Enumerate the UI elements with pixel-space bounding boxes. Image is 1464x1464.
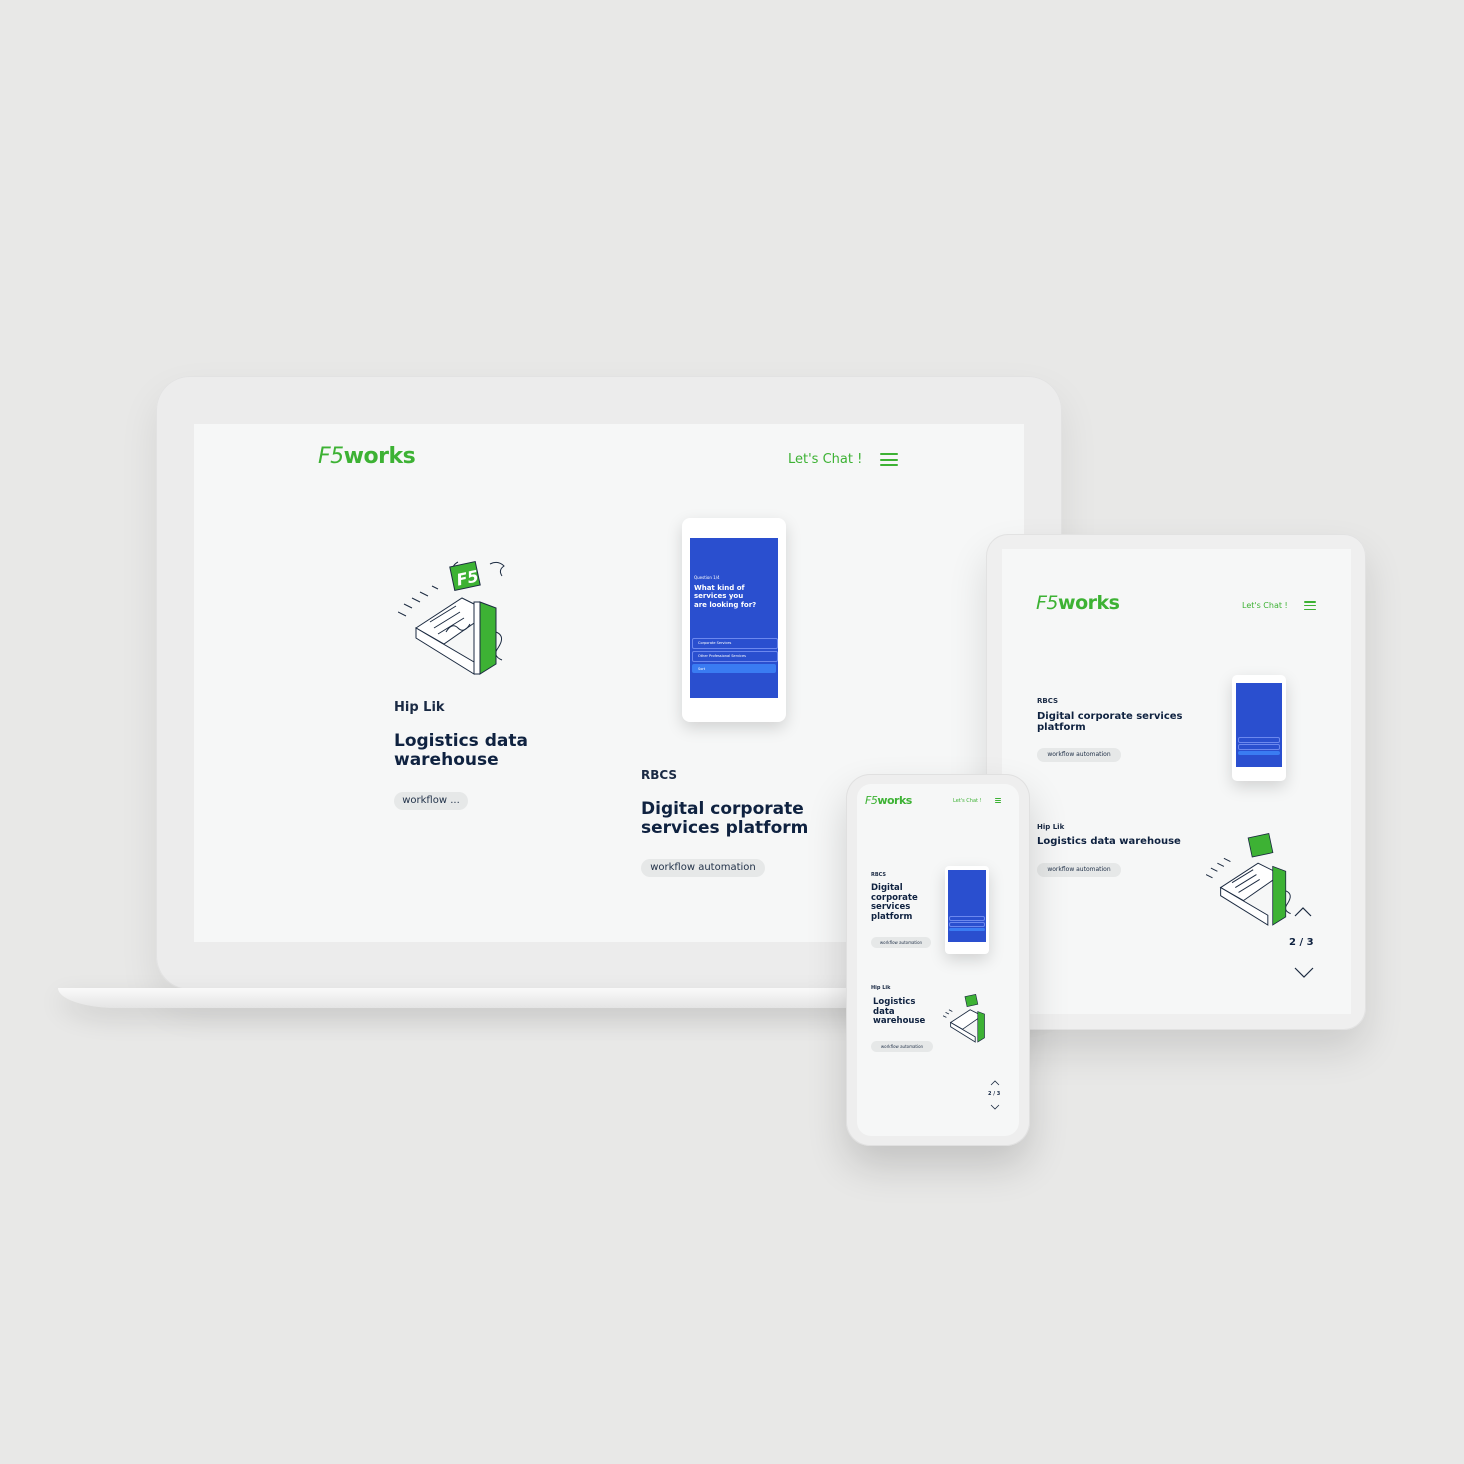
chevron-up-icon[interactable] (990, 1080, 1000, 1086)
lets-chat-link[interactable]: Let's Chat ! (953, 798, 982, 804)
mailbox-illustration (943, 993, 985, 1043)
tablet-screen: F5works Let's Chat ! RBCS Digital corpor… (1002, 549, 1351, 1014)
pager-indicator: 2 / 3 (1289, 937, 1314, 948)
project-tag[interactable]: workflow automation (641, 859, 765, 877)
logo[interactable]: F5works (318, 444, 416, 469)
project-tag[interactable]: workflow automation (871, 937, 931, 948)
chevron-down-icon[interactable] (1294, 967, 1314, 978)
project-title[interactable]: Logistics data warehouse (394, 731, 554, 770)
phone-screen: F5works Let's Chat ! RBCS Digital corpor… (857, 784, 1019, 1136)
app-mockup (1232, 675, 1286, 781)
menu-icon[interactable] (995, 798, 1001, 803)
project-tag[interactable]: workflow automation (871, 1041, 933, 1052)
project-client: Hip Lik (394, 700, 445, 715)
chevron-up-icon[interactable] (1294, 907, 1312, 917)
menu-icon[interactable] (1304, 601, 1316, 610)
project-client: RBCS (871, 872, 887, 878)
project-tag[interactable]: workflow automation (1037, 748, 1121, 762)
pager-indicator: 2 / 3 (988, 1091, 1001, 1097)
mailbox-illustration: F5 (398, 560, 505, 675)
project-client: Hip Lik (1037, 823, 1065, 831)
project-tag[interactable]: workflow automation (1037, 863, 1121, 877)
lets-chat-link[interactable]: Let's Chat ! (1242, 601, 1288, 610)
project-title[interactable]: Digital corporate services platform (641, 799, 831, 838)
logo[interactable]: F5works (1036, 592, 1120, 614)
project-title[interactable]: Logistics data warehouse (873, 997, 935, 1027)
project-client: RBCS (1037, 697, 1059, 705)
project-tag[interactable]: workflow ... (394, 792, 468, 810)
project-title[interactable]: Digital corporate services platform (1037, 711, 1197, 733)
project-client: Hip Lik (871, 985, 891, 991)
project-title[interactable]: Logistics data warehouse (1037, 836, 1207, 847)
menu-icon[interactable] (880, 453, 898, 466)
lets-chat-link[interactable]: Let's Chat ! (788, 452, 862, 467)
app-mockup (945, 866, 989, 954)
mailbox-illustration (1206, 833, 1291, 926)
app-mockup: Question 1/4 What kind of services you a… (682, 518, 786, 722)
logo[interactable]: F5works (865, 794, 912, 807)
chevron-down-icon[interactable] (990, 1104, 1000, 1110)
project-title[interactable]: Digital corporate services platform (871, 883, 933, 922)
project-client: RBCS (641, 768, 678, 782)
